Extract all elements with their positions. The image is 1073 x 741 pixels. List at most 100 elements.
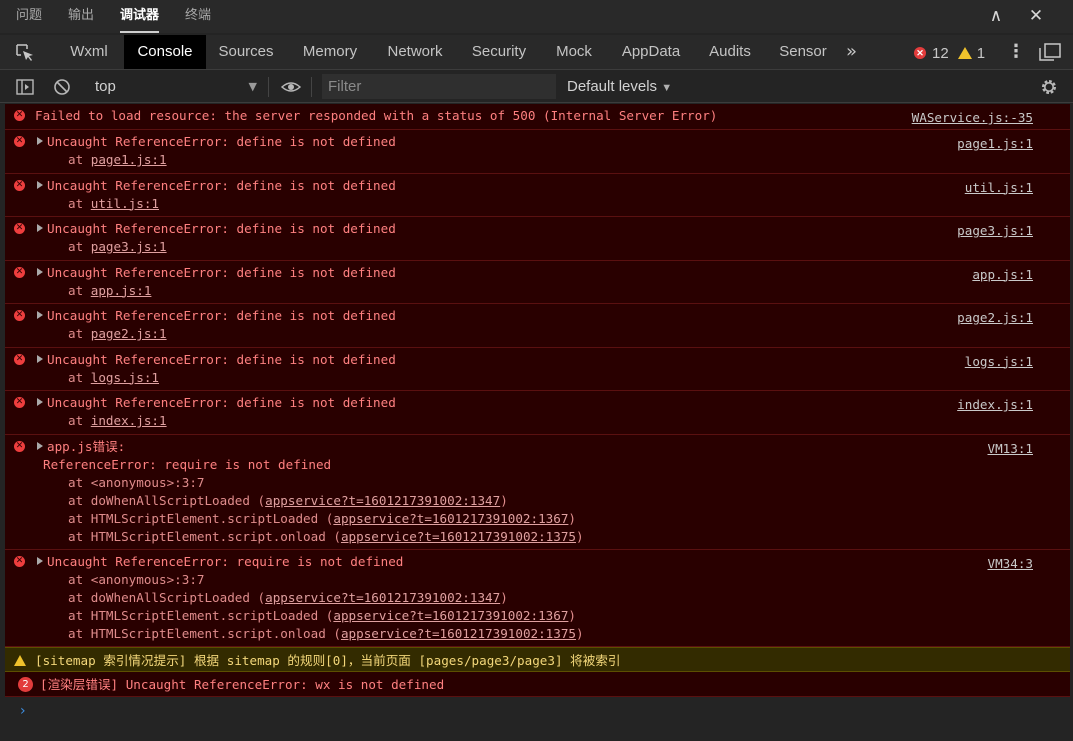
source-link[interactable]: WAService.js:-35 <box>912 109 1033 127</box>
frame-text: at <anonymous>:3:7 <box>68 571 205 587</box>
inspect-icon[interactable] <box>14 42 36 62</box>
frame-text: at HTMLScriptElement.script.onload ( <box>68 625 341 641</box>
expand-triangle-icon[interactable] <box>37 441 43 450</box>
eye-icon[interactable] <box>280 77 302 97</box>
frame-link[interactable]: logs.js:1 <box>91 370 159 385</box>
tab-console[interactable]: Console <box>124 35 206 69</box>
tab-sources[interactable]: Sources <box>208 35 284 69</box>
frame-link[interactable]: page1.js:1 <box>91 152 167 167</box>
expand-triangle-icon[interactable] <box>37 137 43 145</box>
warning-count: 1 <box>976 44 986 62</box>
expand-triangle-icon[interactable] <box>37 267 43 276</box>
panel-tab-terminal[interactable]: 终端 <box>185 0 211 33</box>
source-link[interactable]: util.js:1 <box>965 179 1033 197</box>
tab-security[interactable]: Security <box>462 35 536 69</box>
stack-frame: at HTMLScriptElement.script.onload (apps… <box>35 528 1030 546</box>
stack-frame: at HTMLScriptElement.script.onload (apps… <box>35 625 1030 643</box>
frame-link[interactable]: appservice?t=1601217391002:1347 <box>265 493 500 508</box>
error-icon: ✕ <box>14 353 25 365</box>
error-icon: ✕ <box>14 110 25 121</box>
expand-triangle-icon[interactable] <box>37 354 43 363</box>
frame-link[interactable]: util.js:1 <box>91 196 159 211</box>
frame-link[interactable]: index.js:1 <box>91 413 167 428</box>
expand-triangle-icon[interactable] <box>37 556 43 565</box>
tab-appdata[interactable]: AppData <box>612 35 690 69</box>
close-panel-icon[interactable]: ✕ <box>1025 5 1047 27</box>
source-link[interactable]: page1.js:1 <box>957 135 1033 153</box>
source-link[interactable]: page2.js:1 <box>957 309 1033 327</box>
sidebar-toggle-icon[interactable] <box>15 77 35 97</box>
panel-tab-bar: 问题 输出 调试器 终端 <box>0 0 1073 33</box>
tab-sensor[interactable]: Sensor <box>769 35 837 69</box>
issue-counter[interactable]: ✕ 12 1 <box>914 44 985 62</box>
message-text: Uncaught ReferenceError: define is not d… <box>47 221 396 236</box>
expand-triangle-icon[interactable] <box>37 311 43 319</box>
console-warning: [sitemap 索引情况提示] 根据 sitemap 的规则[0]，当前页面 … <box>5 646 1070 672</box>
message-text: Uncaught ReferenceError: define is not d… <box>47 351 396 367</box>
dock-icon[interactable] <box>1038 42 1062 62</box>
console-message: ✕ Uncaught ReferenceError: define is not … <box>5 260 1070 304</box>
panel-tab-debugger[interactable]: 调试器 <box>120 0 160 33</box>
tab-audits[interactable]: Audits <box>699 35 761 69</box>
tab-mock[interactable]: Mock <box>545 35 603 69</box>
console-message: ✕ Uncaught ReferenceError: define is not … <box>5 304 1070 348</box>
console-message: ✕ Uncaught ReferenceError: define is not … <box>5 217 1070 261</box>
frame-link[interactable]: appservice?t=1601217391002:1367 <box>333 608 568 623</box>
source-link[interactable]: VM34:3 <box>988 555 1034 573</box>
console-log: ✕ Failed to load resource: the server re… <box>5 104 1070 719</box>
collapse-panel-icon[interactable]: ∧ <box>985 5 1007 27</box>
source-link[interactable]: page3.js:1 <box>957 222 1033 240</box>
frame-prefix: at <box>68 326 84 341</box>
frame-link[interactable]: page2.js:1 <box>91 326 167 341</box>
console-message: ✕ Failed to load resource: the server re… <box>5 104 1070 130</box>
tab-wxml[interactable]: Wxml <box>55 35 123 69</box>
frame-link[interactable]: page3.js:1 <box>91 239 167 254</box>
divider <box>268 77 269 97</box>
more-options-icon[interactable]: ⋮ <box>1007 43 1025 63</box>
stack-frame: at HTMLScriptElement.scriptLoaded (appse… <box>35 510 1030 528</box>
console-toolbar: top ▼ Default levels ▼ <box>0 71 1073 103</box>
panel-tab-problems[interactable]: 问题 <box>16 0 42 33</box>
gear-icon[interactable] <box>1039 77 1059 97</box>
console-message: ✕ app.js错误: ReferenceError: require is n… <box>5 434 1070 550</box>
frame-link[interactable]: appservice?t=1601217391002:1367 <box>333 511 568 526</box>
frame-link[interactable]: appservice?t=1601217391002:1375 <box>341 529 576 544</box>
frame-suffix: ) <box>576 625 584 641</box>
repeat-count-badge: 2 <box>18 676 33 692</box>
tab-memory[interactable]: Memory <box>292 35 368 69</box>
console-message: 2 [渲染层错误] Uncaught ReferenceError: wx is… <box>5 671 1070 697</box>
stack-frame: at page3.js:1 <box>35 238 1030 256</box>
expand-triangle-icon[interactable] <box>37 180 43 189</box>
frame-suffix: ) <box>568 510 577 526</box>
filter-input[interactable] <box>322 74 556 99</box>
more-tabs-icon[interactable]: » <box>846 35 857 69</box>
stack-frame: at util.js:1 <box>35 195 1030 213</box>
source-link[interactable]: app.js:1 <box>972 266 1033 284</box>
error-icon: ✕ <box>14 223 25 234</box>
source-link[interactable]: index.js:1 <box>957 396 1033 414</box>
message-text: Uncaught ReferenceError: define is not d… <box>47 264 396 280</box>
frame-suffix: ) <box>500 589 508 605</box>
warning-text: [sitemap 索引情况提示] 根据 sitemap 的规则[0]，当前页面 … <box>35 652 621 668</box>
context-value: top <box>95 78 116 95</box>
stack-frame: at app.js:1 <box>35 282 1030 300</box>
console-prompt[interactable]: › <box>20 702 26 720</box>
frame-link[interactable]: app.js:1 <box>91 283 152 298</box>
stack-frame: at page2.js:1 <box>35 325 1030 343</box>
frame-text: at doWhenAllScriptLoaded ( <box>68 492 266 508</box>
message-text: Failed to load resource: the server resp… <box>35 108 718 123</box>
frame-link[interactable]: appservice?t=1601217391002:1347 <box>265 590 500 605</box>
clear-icon[interactable] <box>52 77 72 97</box>
expand-triangle-icon[interactable] <box>37 224 43 232</box>
frame-link[interactable]: appservice?t=1601217391002:1375 <box>341 626 576 641</box>
expand-triangle-icon[interactable] <box>37 398 43 406</box>
panel-tab-output[interactable]: 输出 <box>68 0 94 33</box>
source-link[interactable]: VM13:1 <box>988 440 1034 458</box>
context-select[interactable]: top ▼ <box>85 74 265 100</box>
source-link[interactable]: logs.js:1 <box>965 353 1033 371</box>
frame-suffix: ) <box>568 607 577 623</box>
tab-network[interactable]: Network <box>376 35 454 69</box>
frame-prefix: at <box>68 239 84 254</box>
frame-text: at doWhenAllScriptLoaded ( <box>68 589 266 605</box>
log-levels-select[interactable]: Default levels ▼ <box>567 71 672 102</box>
